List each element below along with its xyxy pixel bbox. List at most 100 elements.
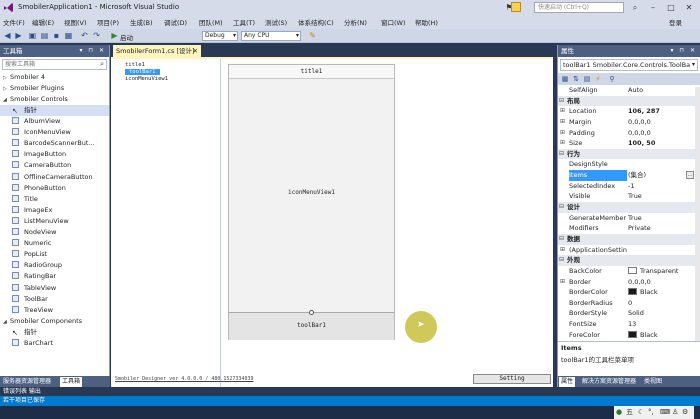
menu-analyze[interactable]: 分析(N) [344, 17, 367, 27]
toolbox-item[interactable]: Title [0, 194, 109, 205]
tab-toolbox[interactable]: 工具箱 [60, 377, 83, 387]
undo-icon[interactable]: ↶ [80, 31, 89, 40]
error-list-tab[interactable]: 错误列表 输出 [3, 387, 41, 396]
toolbox-item[interactable]: NodeView [0, 227, 109, 238]
property-value[interactable]: Private [628, 223, 651, 234]
property-category[interactable]: ⊟ 设计 [558, 202, 700, 213]
collapse-icon[interactable]: ⊟ [559, 234, 564, 245]
menu-architecture[interactable]: 体系结构(C) [298, 17, 334, 27]
platform-select[interactable]: Any CPU [241, 31, 301, 41]
expand-icon[interactable]: ⊞ [560, 245, 565, 256]
start-button[interactable]: 启动 [120, 32, 133, 42]
expand-icon[interactable]: ⊞ [560, 277, 565, 288]
menu-view[interactable]: 视图(V) [64, 17, 87, 27]
login-link[interactable]: 登录 [669, 17, 682, 27]
collapse-icon[interactable]: ⊟ [559, 255, 564, 266]
property-row[interactable]: Visible True [558, 191, 700, 202]
property-row[interactable]: ⊞ Margin 0,0,0,0 [558, 117, 700, 128]
expand-icon[interactable]: ⊞ [560, 128, 565, 139]
toolbox-item[interactable]: ToolBar [0, 294, 109, 305]
properties-icon[interactable]: ▤ [583, 75, 591, 83]
close-button[interactable]: ✕ [680, 0, 698, 15]
property-row[interactable]: BorderRadius 0 [558, 298, 700, 309]
property-value[interactable]: (集合) [628, 170, 646, 181]
property-value[interactable]: 0,0,0,0 [628, 128, 651, 139]
ime-moon-icon[interactable]: ☾ [638, 408, 644, 417]
events-icon[interactable]: ⚡ [594, 75, 602, 83]
toolbox-item[interactable]: RadioGroup [0, 260, 109, 271]
property-row[interactable]: BorderColor Black [558, 287, 700, 298]
start-icon[interactable]: ▶ [110, 31, 119, 40]
menu-file[interactable]: 文件(F) [3, 17, 25, 27]
ime-mode-label[interactable]: 五 [626, 408, 633, 417]
property-row[interactable]: ⊞ Size 100, 50 [558, 138, 700, 149]
tab-server-explorer[interactable]: 服务器资源管理器 [1, 377, 53, 387]
outline-item[interactable]: iconMenuView1 [125, 76, 168, 82]
toolbox-item[interactable]: ListMenuView [0, 216, 109, 227]
pin-icon[interactable]: ▾ ⊓ ✕ [79, 45, 106, 57]
toolbox-group[interactable]: ▷ Smobiler Plugins [0, 83, 109, 94]
toolbox-item[interactable]: TableView [0, 283, 109, 294]
property-value[interactable]: True [628, 191, 642, 202]
toolbox-item[interactable]: PopList [0, 249, 109, 260]
property-row[interactable]: FontSize 13 [558, 319, 700, 330]
minimize-button[interactable]: – [644, 0, 662, 15]
toolbox-item[interactable]: PhoneButton [0, 183, 109, 194]
save-all-icon[interactable]: ▦ [64, 31, 73, 40]
open-icon[interactable]: ▤ [40, 31, 49, 40]
property-row[interactable]: ForeColor Black [558, 330, 700, 341]
redo-icon[interactable]: ↷ [92, 31, 101, 40]
outline-item-selected[interactable]: toolBar1 [125, 69, 160, 75]
menu-edit[interactable]: 编辑(E) [32, 17, 54, 27]
property-value[interactable]: Transparent [628, 266, 678, 277]
tab-designer[interactable]: SmobilerForm1.cs [设计] ✕ [113, 45, 201, 57]
form-iconmenuview-control[interactable]: iconMenuView1 [229, 189, 394, 196]
property-row[interactable]: SelfAlign Auto [558, 85, 700, 96]
property-value[interactable]: -1 [628, 181, 634, 192]
tab-class-view[interactable]: 类视图 [642, 377, 664, 387]
property-value[interactable]: Black [628, 287, 658, 298]
menu-help[interactable]: 帮助(H) [415, 17, 438, 27]
expand-icon[interactable]: ⊞ [560, 106, 565, 117]
property-pages-icon[interactable]: ⚲ [608, 75, 616, 83]
property-value[interactable]: 0,0,0,0 [628, 277, 651, 288]
ime-keyboard-icon[interactable]: ⌨ [660, 408, 670, 417]
collapse-icon[interactable]: ⊟ [559, 149, 564, 160]
toolbox-group[interactable]: ◢ Smobiler Controls [0, 94, 109, 105]
alphabetical-icon[interactable]: ⇅ [572, 75, 580, 83]
menu-team[interactable]: 团队(M) [199, 17, 223, 27]
expand-icon[interactable]: ⊞ [560, 117, 565, 128]
property-value[interactable]: 106, 287 [628, 106, 660, 117]
property-category[interactable]: ⊟ 布局 [558, 95, 700, 107]
property-row[interactable]: ⊞ Location 106, 287 [558, 106, 700, 117]
object-selector[interactable]: toolBar1 Smobiler.Core.Controls.ToolBa [560, 59, 698, 71]
toolbox-item[interactable]: BarChart [0, 338, 109, 349]
menu-window[interactable]: 窗口(W) [381, 17, 406, 27]
ime-user-icon[interactable]: ♙ [672, 408, 678, 417]
find-icon[interactable]: ✎ [308, 31, 317, 40]
tab-solution-explorer[interactable]: 解决方案资源管理器 [580, 377, 638, 387]
categorized-icon[interactable]: ▦ [561, 75, 569, 83]
toolbox-group[interactable]: ▷ Smobiler 4 [0, 72, 109, 83]
expand-icon[interactable]: ⊞ [560, 138, 565, 149]
toolbox-item[interactable]: IconMenuView [0, 127, 109, 138]
close-tab-icon[interactable]: ✕ [193, 45, 198, 57]
property-row[interactable]: ⊞ (ApplicationSettin [558, 245, 700, 256]
save-icon[interactable]: ▪ [52, 31, 61, 40]
maximize-button[interactable]: □ [662, 0, 680, 15]
toolbox-item[interactable]: ImageButton [0, 149, 109, 160]
property-row[interactable]: Items (集合)… [558, 170, 700, 181]
property-value[interactable]: 0 [628, 298, 632, 309]
menu-build[interactable]: 生成(B) [130, 17, 153, 27]
toolbox-group[interactable]: ◢ Smobiler Components [0, 316, 109, 327]
menu-project[interactable]: 项目(P) [97, 17, 119, 27]
property-row[interactable]: Modifiers Private [558, 223, 700, 234]
toolbox-item[interactable]: CameraButton [0, 160, 109, 171]
tab-properties[interactable]: 属性 [559, 377, 576, 387]
property-row[interactable]: GenerateMember True [558, 213, 700, 224]
quick-launch-input[interactable]: 快速启动 (Ctrl+Q) [534, 2, 624, 13]
toolbox-search-input[interactable]: 搜索工具箱 ⌕ [2, 59, 107, 70]
property-category[interactable]: ⊟ 行为 [558, 148, 700, 160]
toolbox-item-pointer[interactable]: ↖ 指针 [0, 327, 109, 338]
ime-punct-icon[interactable]: °, [648, 408, 654, 417]
